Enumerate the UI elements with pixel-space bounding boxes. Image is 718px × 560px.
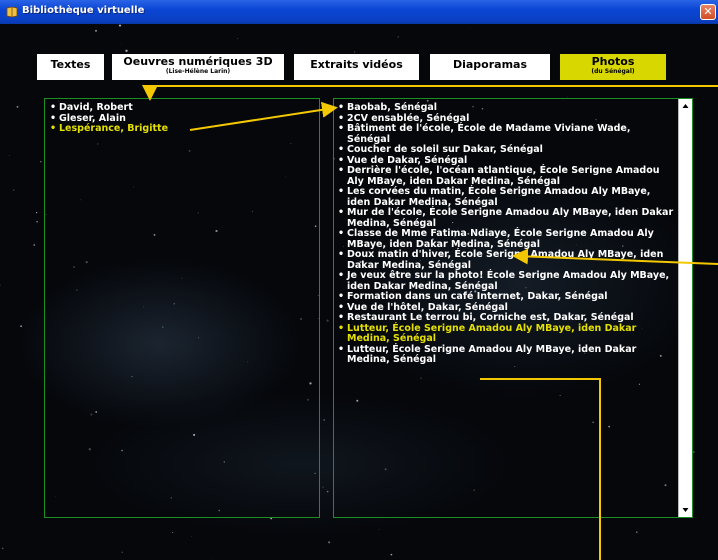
- arrow-to-authors: [142, 85, 718, 101]
- title-bar: Bibliothèque virtuelle ✕: [0, 0, 718, 24]
- stage: Textes Oeuvres numériques 3D (Lise-Hélèn…: [0, 24, 718, 560]
- annotation-arrows: [142, 85, 718, 560]
- arrow-to-photo-item: [512, 248, 718, 265]
- close-icon: ✕: [703, 5, 713, 18]
- arrow-to-lutteur: [480, 378, 601, 560]
- book-icon: [6, 6, 18, 18]
- window-title: Bibliothèque virtuelle: [22, 5, 145, 16]
- close-button[interactable]: ✕: [700, 4, 716, 20]
- arrow-to-photos: [189, 101, 338, 131]
